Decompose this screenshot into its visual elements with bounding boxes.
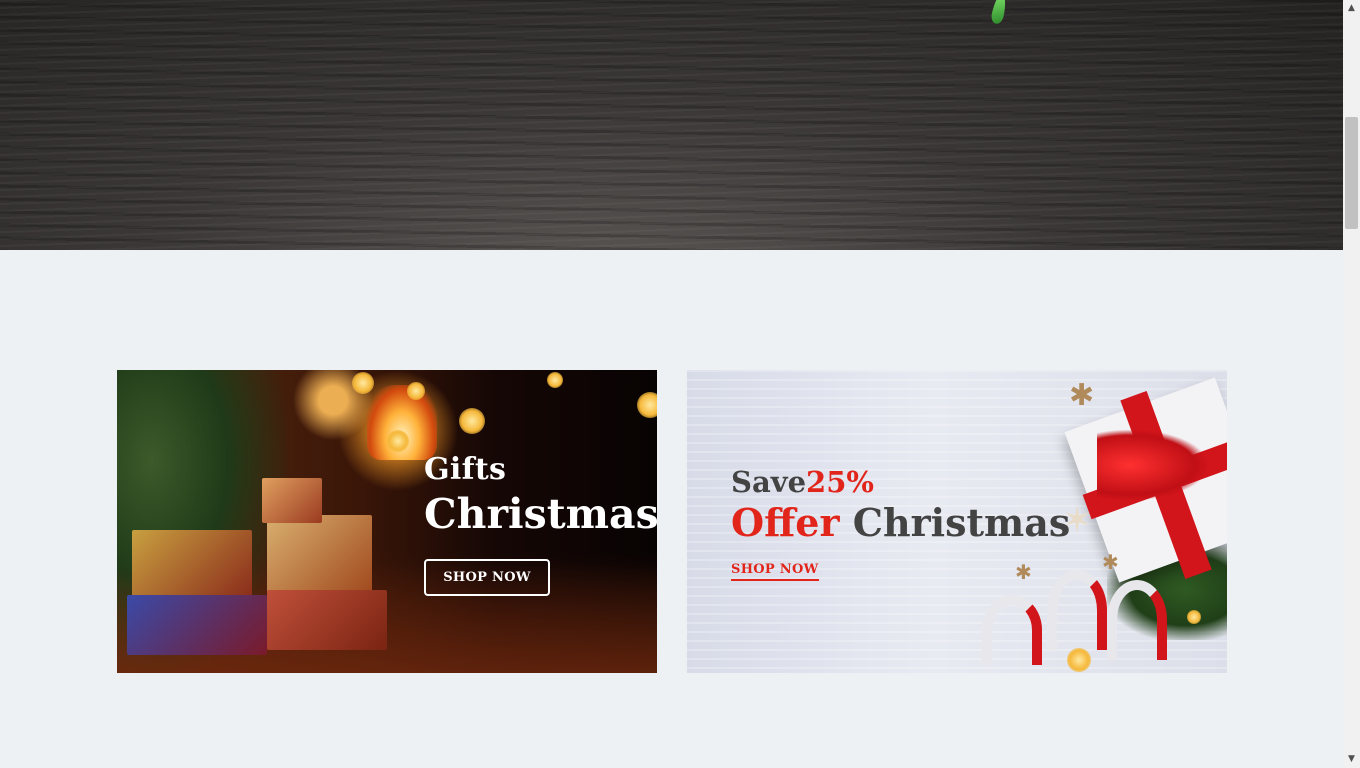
scroll-up-arrow-icon[interactable]: ▲ <box>1343 0 1360 17</box>
shop-now-button[interactable]: SHOP NOW <box>424 559 550 596</box>
offer-christmas-banner[interactable]: ✱ ✶ ✱ ✱ Save25% Offer Christmas SHOP NOW <box>687 370 1227 673</box>
banner-title: Christmas <box>424 490 657 538</box>
christmas-word: Christmas <box>852 500 1071 545</box>
offer-christmas-heading: Offer Christmas <box>731 500 1070 545</box>
gifts-christmas-banner[interactable]: Gifts Christmas SHOP NOW <box>117 370 657 673</box>
banner-subtitle: Gifts <box>424 452 507 487</box>
light-bokeh <box>387 430 409 452</box>
gift-box-image <box>267 590 387 650</box>
offer-word: Offer <box>731 500 840 545</box>
candy-cane-image <box>1047 570 1107 650</box>
shop-now-link[interactable]: SHOP NOW <box>731 562 819 581</box>
light-bokeh <box>547 372 563 388</box>
light-bokeh <box>1067 648 1091 672</box>
gift-box-image <box>262 478 322 523</box>
save-percent-heading: Save25% <box>731 465 874 499</box>
gift-box-image <box>267 515 372 595</box>
candy-cane-image <box>1107 580 1167 660</box>
gift-box-image <box>127 595 267 655</box>
candy-cane-image <box>982 595 1042 665</box>
light-bokeh <box>637 392 657 418</box>
scroll-thumb[interactable] <box>1345 117 1358 229</box>
light-bokeh <box>1187 610 1201 624</box>
star-decoration-icon: ✱ <box>1102 550 1119 574</box>
hero-banner-wood <box>0 0 1343 250</box>
light-bokeh <box>459 408 485 434</box>
gift-box-image <box>132 530 252 600</box>
holly-leaf-decoration <box>990 0 1008 25</box>
vertical-scrollbar[interactable]: ▲ ▼ <box>1343 0 1360 768</box>
light-bokeh <box>407 382 425 400</box>
save-label: Save <box>731 465 807 499</box>
red-bow-image <box>1097 430 1207 500</box>
scroll-down-arrow-icon[interactable]: ▼ <box>1343 751 1360 768</box>
snowflake-cookie-icon: ✱ <box>1069 378 1095 413</box>
star-decoration-icon: ✱ <box>1015 560 1032 584</box>
light-bokeh <box>352 372 374 394</box>
discount-percent: 25% <box>806 465 874 499</box>
